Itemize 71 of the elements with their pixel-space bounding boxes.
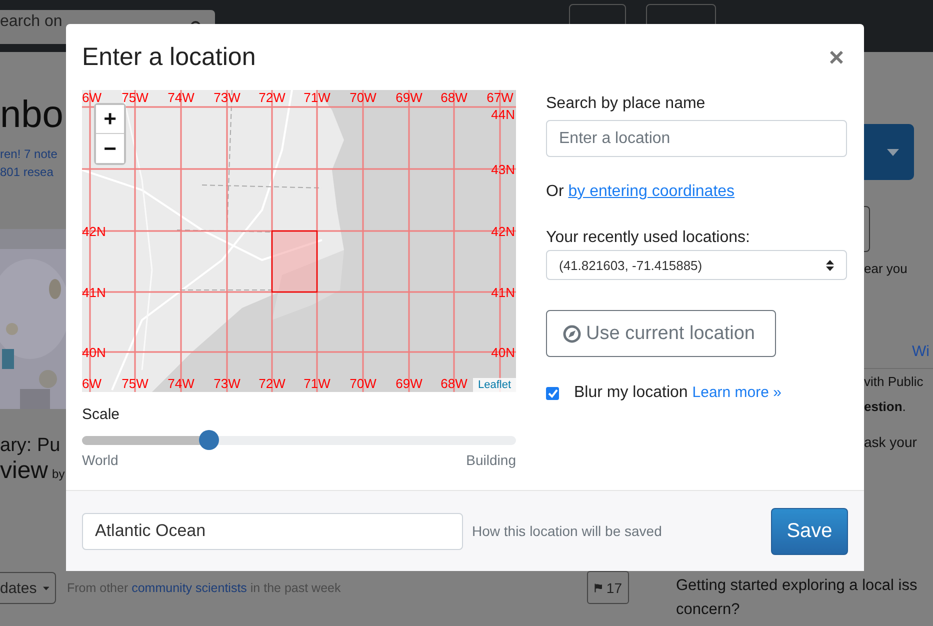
search-field[interactable]: Enter a location (546, 120, 847, 157)
compass-icon (563, 324, 581, 342)
nearby-text: ear you (864, 261, 908, 276)
community-link[interactable]: community scientists (132, 581, 247, 595)
grid-label: 75W (122, 90, 148, 105)
grid-label: 71W (304, 376, 330, 391)
attribution-link[interactable]: Leaflet (472, 378, 516, 392)
grid-label: 68W (440, 376, 468, 391)
flag-icon (594, 582, 602, 594)
dialog-title: Enter a location (82, 42, 256, 72)
story-title[interactable]: ary: Pu (0, 435, 60, 457)
byline: by (52, 467, 65, 481)
grid-label: 67W (486, 90, 514, 105)
location-name-field[interactable]: Atlantic Ocean (82, 512, 463, 550)
question-text[interactable]: Getting started exploring a local iss (676, 574, 918, 598)
grid-label: 69W (396, 90, 422, 105)
flag-button[interactable]: 17 (587, 571, 629, 604)
page-title: nbo (0, 94, 64, 137)
grid-label: 68W (440, 90, 468, 105)
sort-arrows-icon (826, 260, 834, 270)
grid-label: 42N (82, 224, 106, 239)
slider-label: Scale (82, 406, 121, 423)
grid-label: 73W (214, 90, 240, 105)
intro-text: vith Public (864, 373, 924, 391)
story-title[interactable]: view (0, 457, 48, 485)
current-location-button[interactable]: Use current location (546, 310, 776, 357)
filter-dropdown[interactable]: dates (0, 572, 56, 604)
grid-label: 42N (491, 224, 515, 239)
field-label: Search by place name (546, 95, 706, 113)
field-label: Your recently used locations: (546, 229, 751, 247)
caret-icon (887, 148, 899, 156)
stats-link[interactable]: ren! 7 note (0, 145, 58, 163)
question-text[interactable]: concern? (676, 598, 918, 622)
intro-text: estion. (864, 398, 906, 416)
grid-label: 70W (350, 376, 376, 391)
grid-label: 74W (168, 376, 194, 391)
grid-label: 74W (168, 90, 194, 105)
grid-label: 43N (491, 162, 515, 177)
grid-label: 75W (122, 376, 148, 391)
grid-label: 72W (258, 376, 286, 391)
grid-label: 72W (258, 90, 286, 105)
grid-label: 6W (82, 376, 102, 391)
grid-label: 41N (82, 285, 106, 300)
save-button[interactable]: Save (771, 508, 848, 554)
slider-thumb[interactable] (198, 430, 219, 450)
checkbox-label: Blur my location Learn more » (574, 384, 782, 402)
grid-label: 70W (350, 90, 376, 105)
slider-min-label: World (82, 452, 118, 468)
grid-label: 73W (214, 376, 240, 391)
slider-track[interactable] (82, 436, 516, 444)
intro-text: ask your (864, 434, 917, 450)
caret-icon (42, 586, 49, 590)
zoom-in-button[interactable]: + (96, 105, 124, 134)
learn-more-link[interactable]: Learn more » (692, 384, 782, 401)
grid-label: 44N (491, 107, 515, 122)
grid-label: 40N (82, 345, 106, 360)
location-select[interactable]: (41.821603, -71.415885) (546, 250, 847, 280)
slider-max-label: Building (466, 452, 516, 468)
highlighted-cell (271, 230, 318, 293)
grid-label: 40N (491, 345, 515, 360)
field-hint: How this location will be saved (472, 523, 662, 539)
grid-label: 69W (396, 376, 422, 391)
coordinates-link[interactable]: by entering coordinates (568, 183, 735, 200)
coordinates-text: Or by entering coordinates (546, 183, 736, 201)
grid-label: 71W (304, 90, 330, 105)
close-button[interactable]: × (824, 44, 848, 70)
grid-label: 41N (491, 285, 515, 300)
grid-label: 6W (82, 90, 102, 105)
stats-link[interactable]: 801 resea (0, 163, 54, 181)
blur-checkbox[interactable] (546, 386, 559, 400)
map[interactable]: 6W 75W 74W 73W 72W 71W 70W 69W 68W 67W 6W 75W 74W 73W 72W 71W 70W 69W 68W 42N 41N 40N 44N 43N 42N 41N 40N + − Leaflet (82, 90, 516, 392)
